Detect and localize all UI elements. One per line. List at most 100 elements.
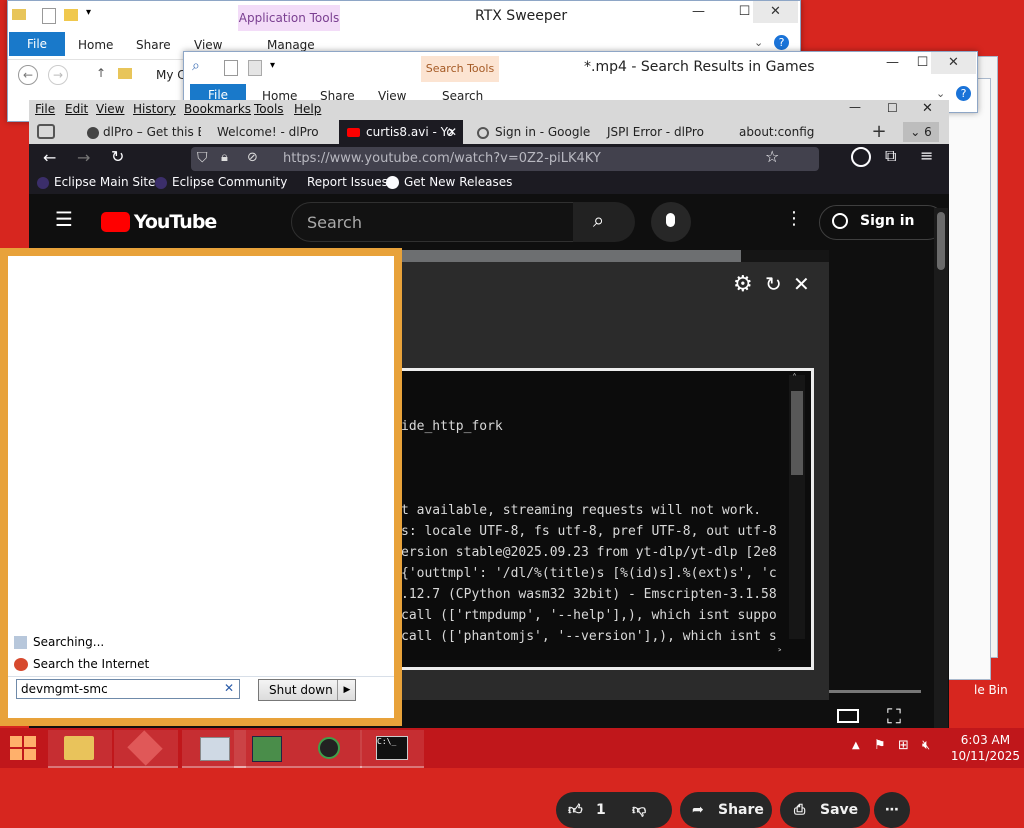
- back-arrow-icon[interactable]: ←: [43, 148, 56, 167]
- customize-quick-access-icon[interactable]: ▾: [270, 60, 275, 71]
- sign-in-button[interactable]: Sign in: [819, 205, 945, 240]
- ribbon-tab-home[interactable]: Home: [78, 34, 113, 56]
- account-icon[interactable]: [851, 147, 871, 167]
- ribbon-tab-file[interactable]: File: [9, 32, 65, 56]
- start-button[interactable]: [10, 736, 36, 760]
- scrollbar-thumb[interactable]: [791, 391, 803, 475]
- close-button[interactable]: ✕: [931, 52, 976, 74]
- menu-tools[interactable]: Tools: [254, 102, 284, 116]
- volume-muted-icon[interactable]: 🔇︎: [922, 738, 930, 753]
- refresh-icon[interactable]: ↻: [765, 272, 782, 296]
- properties-icon[interactable]: [224, 60, 238, 76]
- back-arrow-icon[interactable]: ←: [18, 65, 38, 85]
- like-button[interactable]: 👍︎ 1 👎︎: [556, 792, 672, 828]
- share-button[interactable]: ➦ Share: [680, 792, 772, 828]
- taskbar-media-app[interactable]: [298, 730, 362, 768]
- ribbon-expand-icon[interactable]: ⌄: [936, 87, 945, 100]
- maximize-button[interactable]: ☐: [887, 101, 898, 115]
- tab-jspi-error[interactable]: JSPI Error - dlPro: [599, 120, 727, 144]
- menu-view[interactable]: View: [96, 102, 124, 116]
- save-button[interactable]: ⎙ Save: [780, 792, 870, 828]
- menu-file[interactable]: File: [35, 102, 55, 116]
- network-status-icon[interactable]: ⊞: [898, 738, 909, 753]
- show-hidden-icons-icon[interactable]: ▲: [852, 740, 860, 751]
- bookmark-eclipse-community[interactable]: Eclipse Community: [155, 175, 287, 189]
- more-actions-button[interactable]: ⋯: [874, 792, 910, 828]
- tab-dlpro-get[interactable]: dlPro – Get this E: [83, 120, 201, 144]
- properties-icon[interactable]: [42, 8, 56, 24]
- help-icon[interactable]: ?: [956, 86, 971, 101]
- minimize-button[interactable]: —: [676, 1, 721, 23]
- customize-quick-access-icon[interactable]: ▾: [86, 7, 91, 18]
- thumbs-down-icon[interactable]: 👎︎: [632, 792, 646, 828]
- shut-down-button[interactable]: Shut down ▶: [258, 679, 356, 701]
- terminal-overlay[interactable]: ide_http_fork t available, streaming req…: [372, 368, 814, 670]
- taskbar-command-prompt[interactable]: C:\_: [360, 730, 424, 768]
- tab-sign-in-google[interactable]: Sign in - Google: [473, 120, 593, 144]
- bookmark-eclipse-main[interactable]: Eclipse Main Site: [37, 175, 155, 189]
- minimize-button[interactable]: —: [849, 100, 861, 114]
- progress-track[interactable]: [829, 690, 921, 693]
- help-icon[interactable]: ?: [774, 35, 789, 50]
- permissions-icon[interactable]: ⊘: [247, 150, 258, 165]
- tab-list-button[interactable]: ⌄ 6: [903, 122, 939, 142]
- close-button[interactable]: ✕: [922, 101, 933, 116]
- youtube-search-input[interactable]: Search: [291, 202, 575, 242]
- menu-edit[interactable]: Edit: [65, 102, 88, 116]
- tab-youtube-active[interactable]: curtis8.avi - Yo ✕: [339, 120, 463, 144]
- close-button[interactable]: ✕: [753, 1, 798, 23]
- hamburger-menu-icon[interactable]: ☰: [55, 207, 73, 231]
- taskbar-network-app[interactable]: [234, 730, 298, 768]
- start-search-input[interactable]: [16, 679, 240, 699]
- recycle-bin-label[interactable]: le Bin: [974, 683, 1008, 697]
- bookmark-report-issues[interactable]: Report Issues: [307, 175, 388, 189]
- taskbar-clock[interactable]: 6:03 AM 10/11/2025: [951, 732, 1020, 764]
- new-folder-icon[interactable]: [64, 9, 78, 21]
- url-bar[interactable]: ⛉ 🔒︎ ⊘ https://www.youtube.com/watch?v=0…: [191, 147, 819, 171]
- menu-help[interactable]: Help: [294, 102, 321, 116]
- forward-arrow-icon[interactable]: →: [77, 148, 90, 167]
- theater-mode-icon[interactable]: [837, 709, 859, 723]
- address-text[interactable]: My C: [156, 68, 186, 82]
- scroll-right-icon[interactable]: ˃: [777, 647, 783, 660]
- lock-icon[interactable]: 🔒︎: [221, 150, 228, 165]
- title-bar[interactable]: ▾ Application Tools RTX Sweeper — ☐ ✕: [8, 1, 800, 31]
- up-arrow-icon[interactable]: ↑: [96, 66, 106, 80]
- shield-icon[interactable]: ⛉: [197, 150, 208, 166]
- bookmark-get-new-releases[interactable]: Get New Releases: [386, 175, 512, 189]
- shutdown-options-arrow-icon[interactable]: ▶: [337, 680, 356, 700]
- page-scrollbar[interactable]: [934, 208, 948, 732]
- tab-about-config[interactable]: about:config: [729, 120, 873, 144]
- menu-history[interactable]: History: [133, 102, 176, 116]
- new-folder-icon[interactable]: [248, 60, 262, 76]
- close-overlay-icon[interactable]: ✕: [793, 272, 810, 296]
- ribbon-expand-icon[interactable]: ⌄: [754, 36, 763, 49]
- start-menu[interactable]: Searching... Search the Internet ✕ Shut …: [0, 248, 402, 726]
- action-center-flag-icon[interactable]: ⚑: [874, 738, 886, 753]
- terminal-scrollbar[interactable]: ˄: [789, 373, 805, 639]
- youtube-logo[interactable]: YouTube: [101, 211, 217, 233]
- settings-gear-icon[interactable]: ⚙: [733, 272, 753, 297]
- tab-close-icon[interactable]: ✕: [447, 120, 457, 144]
- title-bar[interactable]: ⌕ ▾ Search Tools *.mp4 - Search Results …: [184, 52, 977, 82]
- voice-search-button[interactable]: [651, 202, 691, 242]
- taskbar-file-explorer[interactable]: [48, 730, 112, 768]
- tab-overview-icon[interactable]: [37, 124, 55, 139]
- new-tab-button[interactable]: +: [869, 122, 889, 142]
- youtube-search-button[interactable]: ⌕: [573, 202, 635, 242]
- menu-bookmarks[interactable]: Bookmarks: [184, 102, 251, 116]
- ribbon-tab-share[interactable]: Share: [136, 34, 171, 56]
- taskbar-app-red[interactable]: [114, 730, 178, 768]
- scrollbar-thumb[interactable]: [937, 212, 945, 270]
- clear-search-icon[interactable]: ✕: [224, 681, 234, 695]
- app-menu-icon[interactable]: ≡: [920, 146, 933, 165]
- bookmark-star-icon[interactable]: ☆: [765, 147, 779, 166]
- fullscreen-icon[interactable]: ⛶: [887, 704, 901, 728]
- more-options-icon[interactable]: ⋮: [785, 208, 803, 229]
- scroll-up-icon[interactable]: ˄: [792, 373, 797, 384]
- url-text[interactable]: https://www.youtube.com/watch?v=0Z2-piLK…: [283, 151, 601, 166]
- extensions-icon[interactable]: ⧉: [885, 146, 896, 166]
- forward-arrow-icon[interactable]: →: [48, 65, 68, 85]
- reload-icon[interactable]: ↻: [111, 147, 124, 166]
- result-search-internet[interactable]: Search the Internet: [14, 657, 149, 671]
